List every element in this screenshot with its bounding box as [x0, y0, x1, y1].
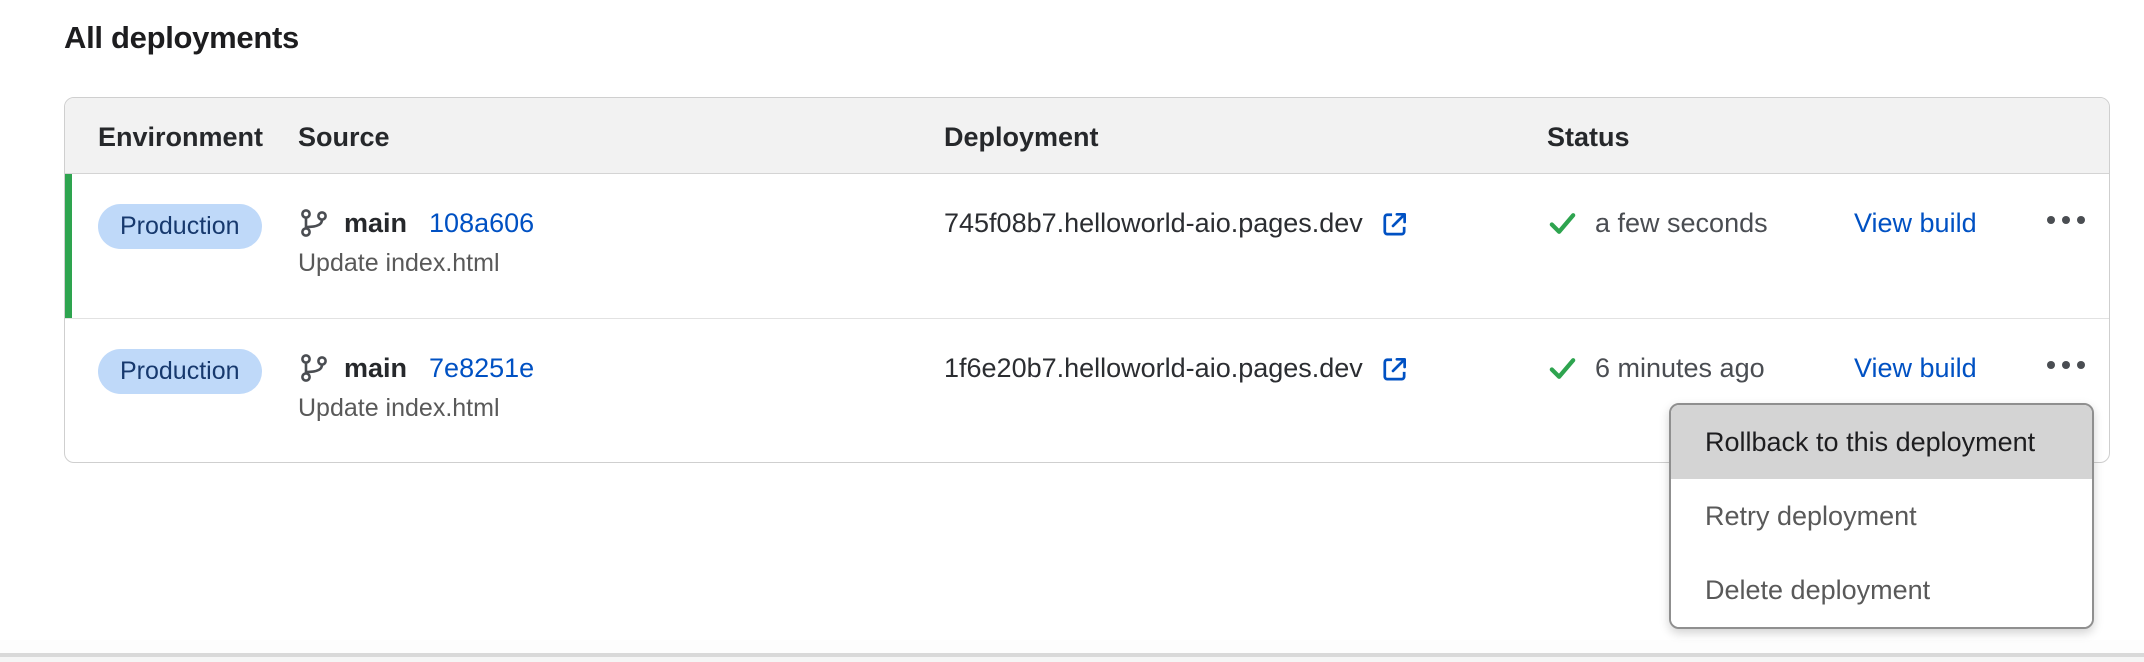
environment-cell: Production: [65, 174, 298, 249]
external-link-icon[interactable]: [1378, 208, 1409, 239]
table-header-row: Environment Source Deployment Status: [65, 98, 2109, 174]
column-header-source: Source: [298, 98, 944, 153]
external-link-icon[interactable]: [1378, 353, 1409, 384]
source-cell: main 108a606 Update index.html: [298, 174, 944, 279]
commit-link[interactable]: 7e8251e: [429, 349, 534, 387]
commit-message: Update index.html: [298, 392, 944, 424]
status-cell: 6 minutes ago: [1547, 319, 1854, 387]
menu-item-rollback[interactable]: Rollback to this deployment: [1671, 405, 2092, 479]
view-build-link[interactable]: View build: [1854, 208, 1977, 238]
page-title: All deployments: [64, 20, 299, 56]
status-cell: a few seconds: [1547, 174, 1854, 242]
status-time: 6 minutes ago: [1595, 349, 1765, 387]
environment-badge: Production: [98, 349, 262, 394]
row-actions-button[interactable]: [2041, 347, 2091, 383]
source-cell: main 7e8251e Update index.html: [298, 319, 944, 424]
branch-name: main: [344, 204, 407, 242]
deployment-cell: 1f6e20b7.helloworld-aio.pages.dev: [944, 319, 1547, 387]
git-branch-icon: [298, 352, 330, 384]
menu-item-delete[interactable]: Delete deployment: [1671, 553, 2092, 627]
check-icon: [1547, 208, 1578, 239]
ellipsis-icon: [2047, 216, 2055, 224]
next-section-edge: [0, 657, 2144, 662]
check-icon: [1547, 353, 1578, 384]
view-build-link[interactable]: View build: [1854, 353, 1977, 383]
commit-link[interactable]: 108a606: [429, 204, 534, 242]
column-header-environment: Environment: [65, 98, 298, 153]
row-actions-menu: Rollback to this deployment Retry deploy…: [1669, 403, 2094, 629]
row-actions-button[interactable]: [2041, 202, 2091, 238]
menu-item-retry[interactable]: Retry deployment: [1671, 479, 2092, 553]
deployment-url: 1f6e20b7.helloworld-aio.pages.dev: [944, 349, 1363, 387]
environment-badge: Production: [98, 204, 262, 249]
git-branch-icon: [298, 207, 330, 239]
environment-cell: Production: [65, 319, 298, 394]
ellipsis-icon: [2047, 361, 2055, 369]
deployment-cell: 745f08b7.helloworld-aio.pages.dev: [944, 174, 1547, 242]
branch-name: main: [344, 349, 407, 387]
deployment-url: 745f08b7.helloworld-aio.pages.dev: [944, 204, 1363, 242]
column-header-status: Status: [1547, 98, 1854, 153]
commit-message: Update index.html: [298, 247, 944, 279]
table-row: Production main 108a606 Update index.htm…: [65, 174, 2109, 318]
column-header-deployment: Deployment: [944, 98, 1547, 153]
status-time: a few seconds: [1595, 204, 1768, 242]
page-section-divider: [0, 640, 2144, 653]
